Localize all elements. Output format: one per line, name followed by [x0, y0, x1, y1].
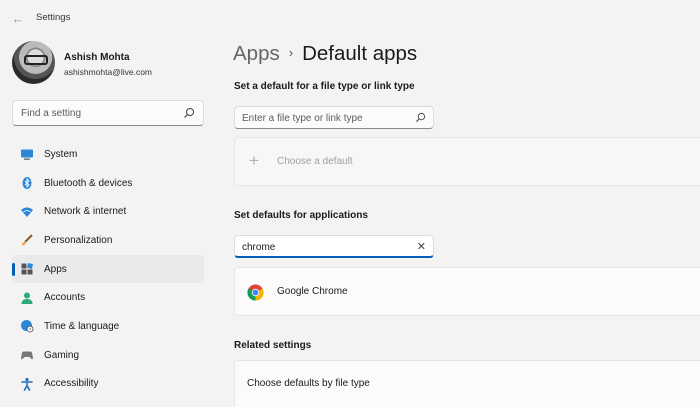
breadcrumb-separator: ›: [288, 45, 294, 60]
globe-clock-icon: [21, 320, 34, 333]
find-setting-search-box[interactable]: Find a setting: [12, 100, 204, 126]
sidebar-item-accessibility[interactable]: Accessibility: [12, 370, 204, 399]
file-type-input-placeholder: Enter a file type or link type: [242, 112, 363, 124]
sidebar-item-label: Personalization: [44, 234, 113, 246]
related-item-label: Choose defaults by file type: [247, 378, 370, 389]
choose-default-card[interactable]: + Choose a default: [234, 137, 700, 186]
bluetooth-icon: [22, 177, 32, 190]
sidebar-item-gaming[interactable]: Gaming: [12, 341, 204, 370]
sidebar-item-bluetooth[interactable]: Bluetooth & devices: [12, 169, 204, 198]
file-type-input[interactable]: Enter a file type or link type: [234, 106, 434, 129]
chrome-logo-icon: [247, 284, 264, 301]
title-bar: ← Settings: [0, 0, 700, 36]
brush-icon: [22, 234, 33, 246]
sidebar-item-network[interactable]: Network & internet: [12, 197, 204, 226]
sidebar-item-apps[interactable]: Apps: [12, 254, 204, 284]
user-email: ashishmohta@live.com: [64, 67, 152, 77]
search-icon: [184, 108, 194, 118]
sidebar-item-label: Accessibility: [44, 378, 99, 390]
choose-default-label: Choose a default: [277, 156, 353, 167]
sidebar-nav: System Bluetooth & devices Network & int…: [12, 140, 204, 398]
sidebar-item-label: Apps: [44, 263, 67, 275]
app-result-name: Google Chrome: [277, 286, 348, 297]
app-search-value: chrome: [242, 241, 276, 253]
breadcrumb: Apps › Default apps: [233, 42, 417, 66]
search-icon: [416, 112, 426, 122]
app-result-google-chrome[interactable]: Google Chrome: [234, 267, 700, 316]
sidebar-item-label: Accounts: [44, 292, 86, 304]
breadcrumb-parent-link[interactable]: Apps: [233, 42, 280, 65]
person-icon: [21, 292, 33, 304]
clear-icon[interactable]: ✕: [417, 240, 426, 253]
plus-icon: +: [249, 151, 259, 170]
page-title: Default apps: [302, 42, 418, 65]
monitor-icon: [21, 149, 33, 161]
sidebar-item-time-language[interactable]: Time & language: [12, 312, 204, 341]
apps-icon: [21, 263, 33, 275]
sidebar-item-label: Network & internet: [44, 206, 127, 218]
choose-defaults-by-file-type-link[interactable]: Choose defaults by file type: [234, 360, 700, 407]
gamepad-icon: [21, 351, 33, 360]
sidebar-item-personalization[interactable]: Personalization: [12, 226, 204, 255]
app-search-input[interactable]: chrome ✕: [234, 235, 434, 258]
related-settings-heading: Related settings: [234, 340, 312, 351]
avatar: [12, 41, 55, 84]
file-type-section-heading: Set a default for a file type or link ty…: [234, 81, 415, 92]
sidebar-item-label: Bluetooth & devices: [44, 177, 133, 189]
sidebar-item-label: System: [44, 148, 78, 160]
back-arrow-icon[interactable]: ←: [9, 9, 27, 27]
search-placeholder: Find a setting: [21, 108, 82, 119]
app-title: Settings: [36, 12, 71, 23]
wifi-icon: [21, 207, 33, 217]
sidebar-item-system[interactable]: System: [12, 140, 204, 169]
sidebar-item-label: Time & language: [44, 320, 120, 332]
applications-section-heading: Set defaults for applications: [234, 210, 368, 221]
user-name: Ashish Mohta: [64, 52, 130, 63]
sidebar-item-label: Gaming: [44, 349, 80, 361]
accessibility-icon: [21, 377, 33, 391]
sidebar-item-accounts[interactable]: Accounts: [12, 283, 204, 312]
